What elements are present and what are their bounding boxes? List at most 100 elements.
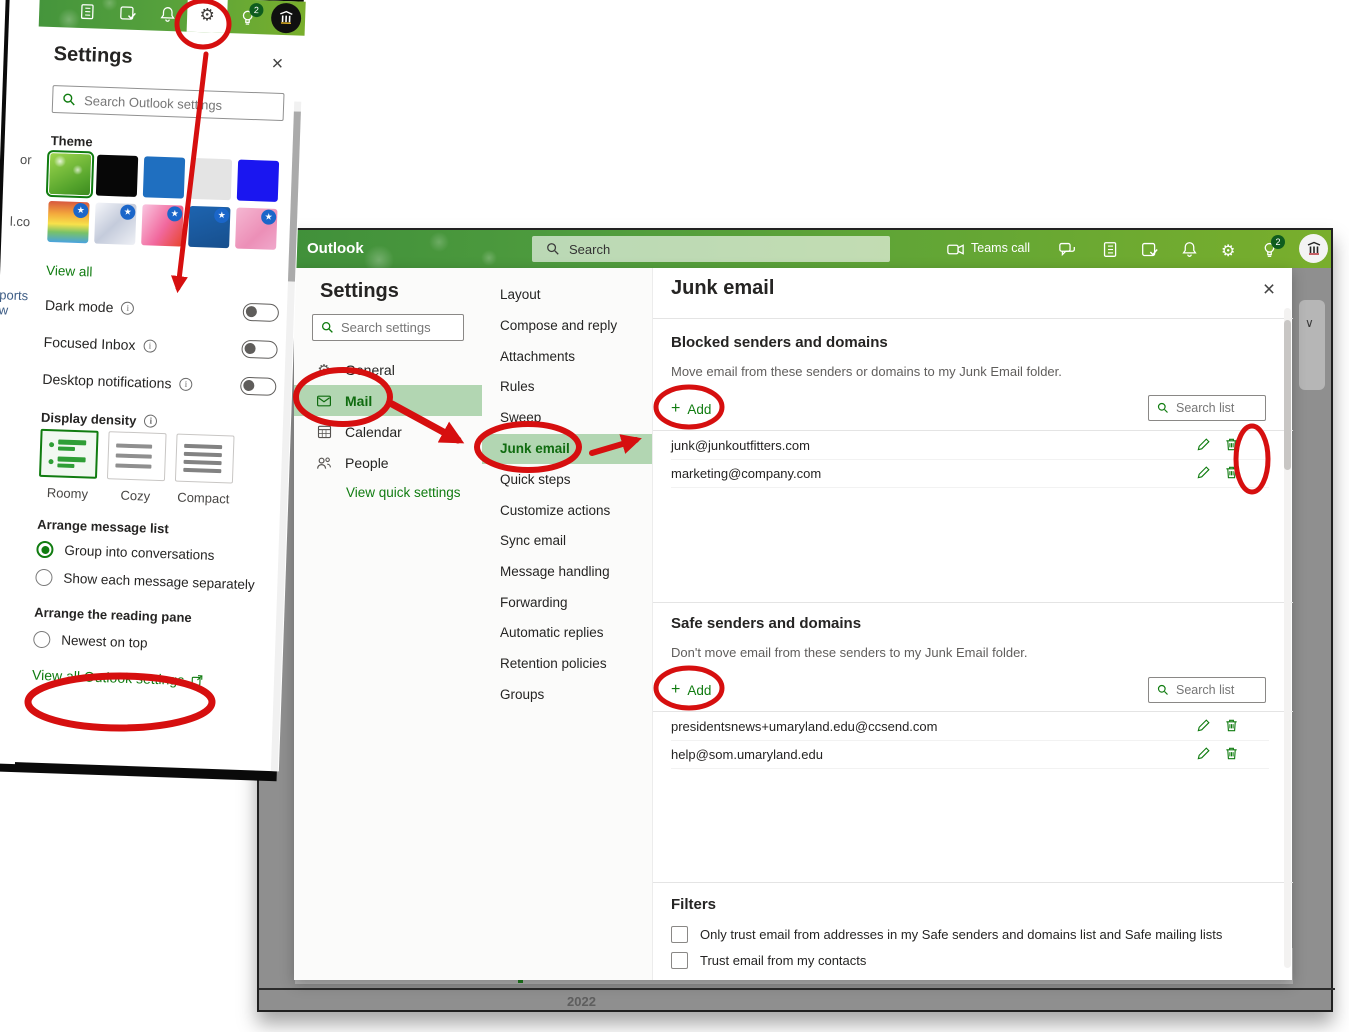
divider xyxy=(653,318,1293,319)
section-junk-email[interactable]: Junk email xyxy=(482,434,652,464)
radio-newest-on-top[interactable]: Newest on top xyxy=(33,631,148,652)
todo-icon[interactable] xyxy=(1141,241,1158,258)
people-icon xyxy=(316,455,332,471)
theme-green-selected[interactable] xyxy=(49,153,91,195)
theme-bright-blue[interactable] xyxy=(237,160,279,202)
dark-mode-toggle[interactable] xyxy=(243,303,280,322)
theme-light-gray[interactable] xyxy=(190,158,232,200)
sidebar-item-calendar[interactable]: Calendar xyxy=(294,416,482,447)
star-badge-icon: ★ xyxy=(167,206,183,222)
theme-puzzle[interactable]: ★ xyxy=(235,207,277,249)
close-icon[interactable]: × xyxy=(271,53,283,76)
search-icon xyxy=(62,92,76,106)
section-forwarding[interactable]: Forwarding xyxy=(482,588,652,618)
onenote-icon[interactable] xyxy=(79,3,97,21)
add-safe-sender-button[interactable]: + Add xyxy=(671,680,711,700)
chat-icon[interactable] xyxy=(1059,241,1076,258)
scrollbar-thumb[interactable] xyxy=(1284,320,1291,470)
gear-icon[interactable]: ⚙ xyxy=(1221,241,1238,258)
section-sweep[interactable]: Sweep xyxy=(482,403,652,433)
avatar[interactable] xyxy=(1299,234,1328,263)
focused-inbox-row: Focused Inbox i xyxy=(43,332,278,360)
section-rules[interactable]: Rules xyxy=(482,372,652,402)
checkbox[interactable] xyxy=(671,952,688,969)
section-sync-email[interactable]: Sync email xyxy=(482,526,652,556)
dimmed-rule xyxy=(259,988,1335,990)
close-icon[interactable]: × xyxy=(1257,278,1281,302)
view-quick-settings-link[interactable]: View quick settings xyxy=(346,485,461,500)
delete-trash-icon[interactable] xyxy=(1224,746,1241,763)
delete-trash-icon[interactable] xyxy=(1224,465,1241,482)
sidebar-item-people[interactable]: People xyxy=(294,447,482,478)
section-customize-actions[interactable]: Customize actions xyxy=(482,496,652,526)
theme-rainbow[interactable]: ★ xyxy=(47,201,89,243)
divider xyxy=(653,711,1293,712)
theme-unicorn[interactable]: ★ xyxy=(141,204,183,246)
scrollbar-thumb[interactable] xyxy=(288,111,301,281)
info-icon: i xyxy=(121,301,134,314)
section-compose-and-reply[interactable]: Compose and reply xyxy=(482,311,652,341)
arrange-reading-pane-label: Arrange the reading pane xyxy=(34,605,192,625)
section-attachments[interactable]: Attachments xyxy=(482,342,652,372)
outlook-settings-search-input[interactable]: Search Outlook settings xyxy=(52,85,285,121)
teams-call-button[interactable]: Teams call xyxy=(971,241,1030,255)
theme-silver[interactable]: ★ xyxy=(94,203,136,245)
dialog-scrollbar[interactable] xyxy=(1284,308,1291,968)
search-placeholder: Search xyxy=(569,242,610,257)
todo-icon[interactable] xyxy=(119,4,137,22)
search-icon xyxy=(546,242,560,256)
section-layout[interactable]: Layout xyxy=(482,280,652,310)
global-search-input[interactable]: Search xyxy=(532,236,890,262)
bell-icon[interactable] xyxy=(1181,241,1198,258)
edit-pencil-icon[interactable] xyxy=(1196,437,1213,454)
radio-group-conversations[interactable]: Group into conversations xyxy=(36,541,215,564)
blocked-search-list-input[interactable]: Search list xyxy=(1148,395,1266,421)
gear-icon[interactable]: ⚙ xyxy=(187,0,228,33)
radio-icon[interactable] xyxy=(35,569,53,587)
blocked-heading: Blocked senders and domains xyxy=(671,334,888,351)
sidebar-item-mail[interactable]: Mail xyxy=(294,385,482,416)
panel-scrollbar[interactable] xyxy=(271,101,301,771)
focused-inbox-toggle[interactable] xyxy=(241,340,278,359)
desktop-notifications-toggle[interactable] xyxy=(240,377,277,396)
delete-trash-icon[interactable] xyxy=(1224,437,1241,454)
density-roomy[interactable] xyxy=(39,429,99,479)
radio-each-message[interactable]: Show each message separately xyxy=(35,569,255,594)
settings-dialog: Settings Search settings ⚙ General Mail xyxy=(294,268,1292,980)
section-automatic-replies[interactable]: Automatic replies xyxy=(482,618,652,648)
section-groups[interactable]: Groups xyxy=(482,680,652,710)
add-blocked-sender-button[interactable]: + Add xyxy=(671,399,711,419)
safe-search-list-input[interactable]: Search list xyxy=(1148,677,1266,703)
lightbulb-icon[interactable]: 2 xyxy=(239,8,257,26)
video-camera-icon[interactable] xyxy=(947,241,964,258)
outlook-main-window: Outlook Search Teams call xyxy=(257,228,1333,1012)
checkbox[interactable] xyxy=(671,926,688,943)
divider xyxy=(653,882,1293,883)
dialog-title: Settings xyxy=(320,280,399,303)
theme-row-2: ★ ★ ★ ★ ★ xyxy=(47,201,277,250)
theme-basketball[interactable]: ★ xyxy=(188,206,230,248)
section-message-handling[interactable]: Message handling xyxy=(482,557,652,587)
density-compact[interactable] xyxy=(175,434,235,484)
view-all-themes-link[interactable]: View all xyxy=(46,263,93,280)
view-all-outlook-settings-link[interactable]: View all Outlook settings xyxy=(32,667,204,689)
edit-pencil-icon[interactable] xyxy=(1196,746,1213,763)
radio-icon[interactable] xyxy=(33,631,51,649)
density-cozy[interactable] xyxy=(107,431,167,481)
onenote-icon[interactable] xyxy=(1102,241,1119,258)
theme-blue[interactable] xyxy=(143,156,185,198)
sidebar-item-general[interactable]: ⚙ General xyxy=(294,354,482,385)
section-retention-policies[interactable]: Retention policies xyxy=(482,649,652,679)
radio-icon[interactable] xyxy=(36,541,54,559)
edit-pencil-icon[interactable] xyxy=(1196,465,1213,482)
bell-icon[interactable] xyxy=(159,6,177,24)
lightbulb-icon[interactable]: 2 xyxy=(1261,241,1278,258)
edit-pencil-icon[interactable] xyxy=(1196,718,1213,735)
avatar[interactable] xyxy=(271,3,302,34)
theme-black[interactable] xyxy=(96,155,138,197)
settings-search-input[interactable]: Search settings xyxy=(312,314,464,341)
section-quick-steps[interactable]: Quick steps xyxy=(482,465,652,495)
blocked-entry-row: marketing@company.com xyxy=(671,460,1269,488)
delete-trash-icon[interactable] xyxy=(1224,718,1241,735)
search-icon xyxy=(1157,402,1169,414)
